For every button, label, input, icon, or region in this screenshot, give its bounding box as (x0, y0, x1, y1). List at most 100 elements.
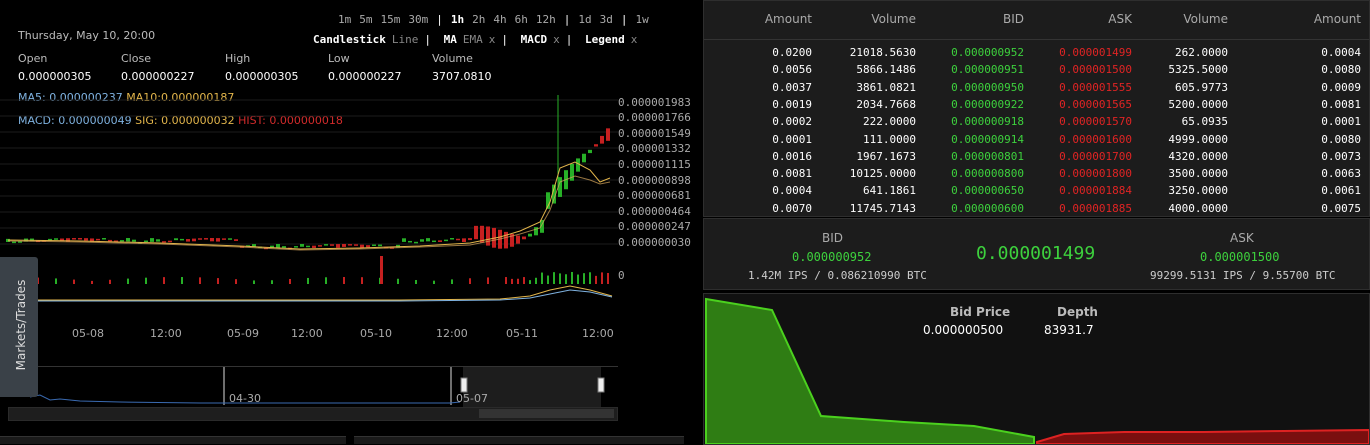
x-tick: 12:00 (436, 327, 468, 340)
tf-4h[interactable]: 4h (493, 13, 506, 26)
x-tick: 05-08 (72, 327, 104, 340)
tf-1m[interactable]: 1m (338, 13, 351, 26)
candle (582, 153, 586, 163)
candle (462, 238, 466, 242)
ask-price-cell: 0.000001499 (1059, 46, 1132, 59)
order-book-row[interactable]: 0.0001 111.0000 0.000000914 0.000001600 4999… (704, 133, 1369, 150)
line-toggle[interactable]: Line (392, 33, 419, 46)
ask-ips-value: 99299.5131 (1150, 269, 1217, 282)
bid-price-cell: 0.000000950 (951, 80, 1024, 94)
order-book-row[interactable]: 0.0016 1967.1673 0.000000801 0.000001700 432… (704, 150, 1369, 167)
volume-label: Volume (432, 52, 473, 65)
divider: | (620, 13, 628, 26)
order-book-row[interactable]: 0.0037 3861.0821 0.000000950 0.000001555 605… (704, 81, 1369, 98)
candle (516, 235, 520, 244)
tf-3d[interactable]: 3d (600, 13, 613, 26)
bid-btc-value: 086210990 (840, 269, 901, 282)
divider: | (563, 13, 571, 26)
tf-2h[interactable]: 2h (472, 13, 485, 26)
open-label: Open (18, 52, 48, 65)
navigator-scrollbar[interactable] (8, 407, 618, 421)
tf-1h[interactable]: 1h (451, 13, 464, 26)
volume-bar (199, 277, 201, 284)
tf-1w[interactable]: 1w (636, 13, 649, 26)
range-navigator[interactable] (0, 367, 618, 407)
candle (600, 135, 604, 144)
depth-value: 83931.7 (1044, 323, 1094, 337)
ema-toggle[interactable]: EMA (463, 33, 483, 46)
candle (120, 240, 124, 242)
candle (474, 225, 478, 240)
volume-bar (380, 256, 383, 284)
candle (222, 238, 226, 240)
candle (198, 238, 202, 240)
header-amount-bid: Amount (764, 12, 812, 26)
volume-bar (559, 273, 561, 284)
tf-30m[interactable]: 30m (408, 13, 428, 26)
ma-remove-button[interactable]: x (489, 33, 496, 46)
bid-price-value: 0.000000500 (923, 323, 1004, 337)
volume-bar (571, 272, 573, 284)
volume-ask-cell: 4320.0000 (1168, 149, 1228, 163)
tf-15m[interactable]: 15m (381, 13, 401, 26)
ask-price-cell: 0.000001700 (1059, 149, 1132, 163)
bid-price-label: Bid Price (950, 305, 1011, 319)
bid-price-cell: 0.000000800 (951, 167, 1024, 181)
candlestick-toggle[interactable]: Candlestick (313, 33, 386, 46)
order-book-row[interactable]: 0.0019 2034.7668 0.000000922 0.000001565 520… (704, 98, 1369, 115)
x-tick: 05-10 (360, 327, 392, 340)
x-tick: 12:00 (291, 327, 323, 340)
x-tick: 05-09 (227, 327, 259, 340)
volume-ask-cell: 3250.0000 (1168, 184, 1228, 198)
order-book-row[interactable]: 0.0004 641.1861 0.000000650 0.000001884 3250… (704, 184, 1369, 201)
markets-trades-tab[interactable]: Markets/Trades (0, 257, 38, 397)
x-tick: 05-11 (506, 327, 538, 340)
depth-chart[interactable] (704, 294, 1369, 444)
tf-1d[interactable]: 1d (578, 13, 591, 26)
candle (306, 245, 310, 248)
legend-toggle[interactable]: Legend (585, 33, 625, 46)
candle (126, 238, 130, 242)
volume-bar (577, 274, 579, 284)
legend-remove-button[interactable]: x (631, 33, 638, 46)
amount-ask-cell: 0.0009 (1321, 80, 1361, 94)
volume-bar (343, 277, 345, 284)
volume-bar (583, 273, 585, 284)
amount-ask-cell: 0.0004 (1321, 46, 1361, 59)
ask-ips-unit: IPS / 9. (1222, 269, 1276, 282)
order-book-row[interactable]: 0.0070 11745.7143 0.000000600 0.000001885 40… (704, 202, 1369, 219)
ask-price-cell: 0.000001885 (1059, 201, 1132, 215)
ma-toggle[interactable]: MA (444, 33, 457, 46)
order-book-row[interactable]: 0.0056 5866.1486 0.000000951 0.000001500 532… (704, 63, 1369, 80)
volume-bid-cell: 21018.5630 (849, 46, 916, 59)
candle (426, 238, 430, 242)
volume-bar (517, 278, 519, 284)
tf-6h[interactable]: 6h (515, 13, 528, 26)
candle (144, 240, 148, 243)
tf-5m[interactable]: 5m (359, 13, 372, 26)
scrollbar-thumb[interactable] (479, 409, 614, 418)
bid-price-cell: 0.000000952 (951, 46, 1024, 59)
amount-ask-cell: 0.0001 (1321, 115, 1361, 129)
macd-remove-button[interactable]: x (553, 33, 560, 46)
candle (132, 239, 136, 242)
tf-12h[interactable]: 12h (536, 13, 556, 26)
volume-bid-cell: 5866.1486 (856, 63, 916, 77)
ticker-bid-summary: 1.42M IPS / 0.086210990 BTC (748, 269, 927, 282)
order-book-row[interactable]: 0.0200 21018.5630 0.000000952 0.000001499 26… (704, 46, 1369, 63)
macd-toggle[interactable]: MACD (521, 33, 548, 46)
volume-bar (217, 278, 219, 284)
candle (444, 239, 448, 242)
candle (156, 239, 160, 242)
bid-price-cell: 0.000000600 (951, 201, 1024, 215)
volume-bar (181, 277, 183, 284)
volume-zero-tick: 0 (618, 269, 625, 282)
amount-bid-cell: 0.0056 (772, 63, 812, 77)
volume-bar (325, 277, 327, 284)
order-book-row[interactable]: 0.0002 222.0000 0.000000918 0.000001570 65.0… (704, 115, 1369, 132)
bid-price-cell: 0.000000650 (951, 184, 1024, 198)
volume-bar (535, 277, 537, 284)
order-book-row[interactable]: 0.0081 10125.0000 0.000000800 0.000001800 35… (704, 167, 1369, 184)
candle (336, 244, 340, 248)
chart-tools: Candlestick Line | MA EMA x | MACD x | Legend x (313, 33, 643, 46)
